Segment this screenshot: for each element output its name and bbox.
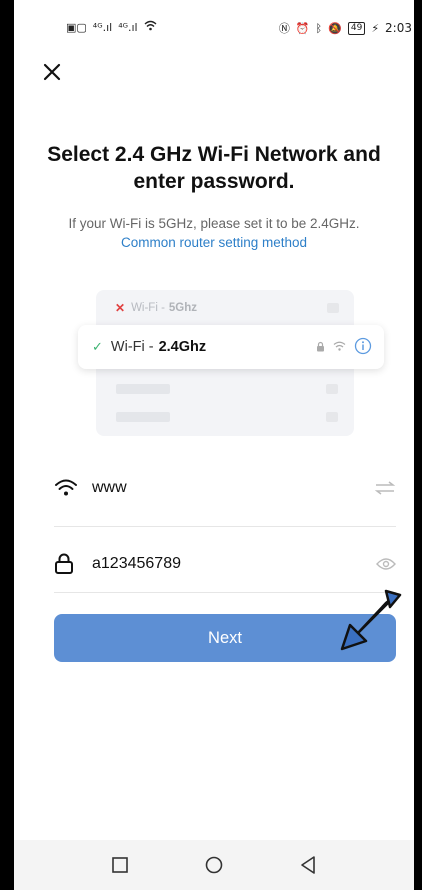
status-bar: ▣▢ ⁴ᴳ.ıl ⁴ᴳ.ıl Ⓝ ⏰ ᛒ 🔕 49 ⚡ 2:03 [14,0,414,60]
circle-icon [205,856,223,874]
app-screen: ▣▢ ⁴ᴳ.ıl ⁴ᴳ.ıl Ⓝ ⏰ ᛒ 🔕 49 ⚡ 2:03 Select … [14,0,414,890]
placeholder-square [327,303,339,313]
illus-24g-band: 2.4Ghz [158,339,207,355]
placeholder-square [326,384,338,394]
placeholder-bar [116,384,170,394]
wifi-name-value[interactable]: www [92,479,372,497]
wifi-icon [54,476,82,500]
divider [54,526,396,527]
placeholder-square [326,412,338,422]
back-button[interactable] [296,853,320,877]
illus-5g-band: 5Ghz [168,302,198,314]
next-button[interactable]: Next [54,614,396,662]
bluetooth-icon: ᛒ [315,21,323,35]
placeholder-bar [116,412,170,422]
illus-row-5ghz: ✕ Wi-Fi - 5Ghz [115,298,345,318]
square-icon [112,857,128,873]
page-title: Select 2.4 GHz Wi-Fi Network and enter p… [47,143,381,193]
switch-network-icon[interactable] [372,476,396,500]
illus-5g-prefix: Wi-Fi - [131,302,165,314]
charging-icon: ⚡ [371,21,380,35]
battery-icon: 49 [347,21,366,35]
close-button[interactable] [38,58,66,86]
signal-icon: ⁴ᴳ.ıl [92,20,113,34]
password-field[interactable]: a123456789 [54,544,396,584]
illus-card-icons [316,337,372,355]
lock-small-icon [317,341,324,351]
status-right-icons: Ⓝ ⏰ ᛒ 🔕 49 ⚡ 2:03 [279,20,412,36]
recents-button[interactable] [108,853,132,877]
home-button[interactable] [202,853,226,877]
signal-icon: ⁴ᴳ.ıl [118,20,138,34]
status-left-icons: ▣▢ ⁴ᴳ.ıl ⁴ᴳ.ıl [66,20,157,34]
divider [54,592,396,593]
wifi-name-field[interactable]: www [54,468,396,508]
router-setting-link[interactable]: Common router setting method [121,235,307,250]
system-nav-bar [14,840,414,890]
alarm-icon: ⏰ [295,21,310,35]
close-icon [43,63,61,81]
nfc-icon: Ⓝ [278,22,290,35]
wifi-status-icon [144,20,157,34]
illus-row-24ghz: ✓ Wi-Fi - 2.4Ghz [78,325,384,369]
wifi-small-icon [333,341,346,351]
mute-icon: 🔕 [328,21,342,35]
info-icon [354,337,372,355]
illus-24g-prefix: Wi-Fi - [110,339,154,355]
eye-icon[interactable] [372,552,396,576]
check-icon: ✓ [92,339,103,354]
hd-icon: ▣▢ [66,20,87,34]
status-time: 2:03 [385,21,412,35]
subtitle-text: If your Wi-Fi is 5GHz, please set it to … [68,216,360,231]
lock-icon [54,552,82,576]
cross-icon: ✕ [115,301,126,315]
triangle-back-icon [301,856,315,874]
page-subtitle: If your Wi-Fi is 5GHz, please set it to … [54,214,374,252]
password-value[interactable]: a123456789 [92,555,372,573]
